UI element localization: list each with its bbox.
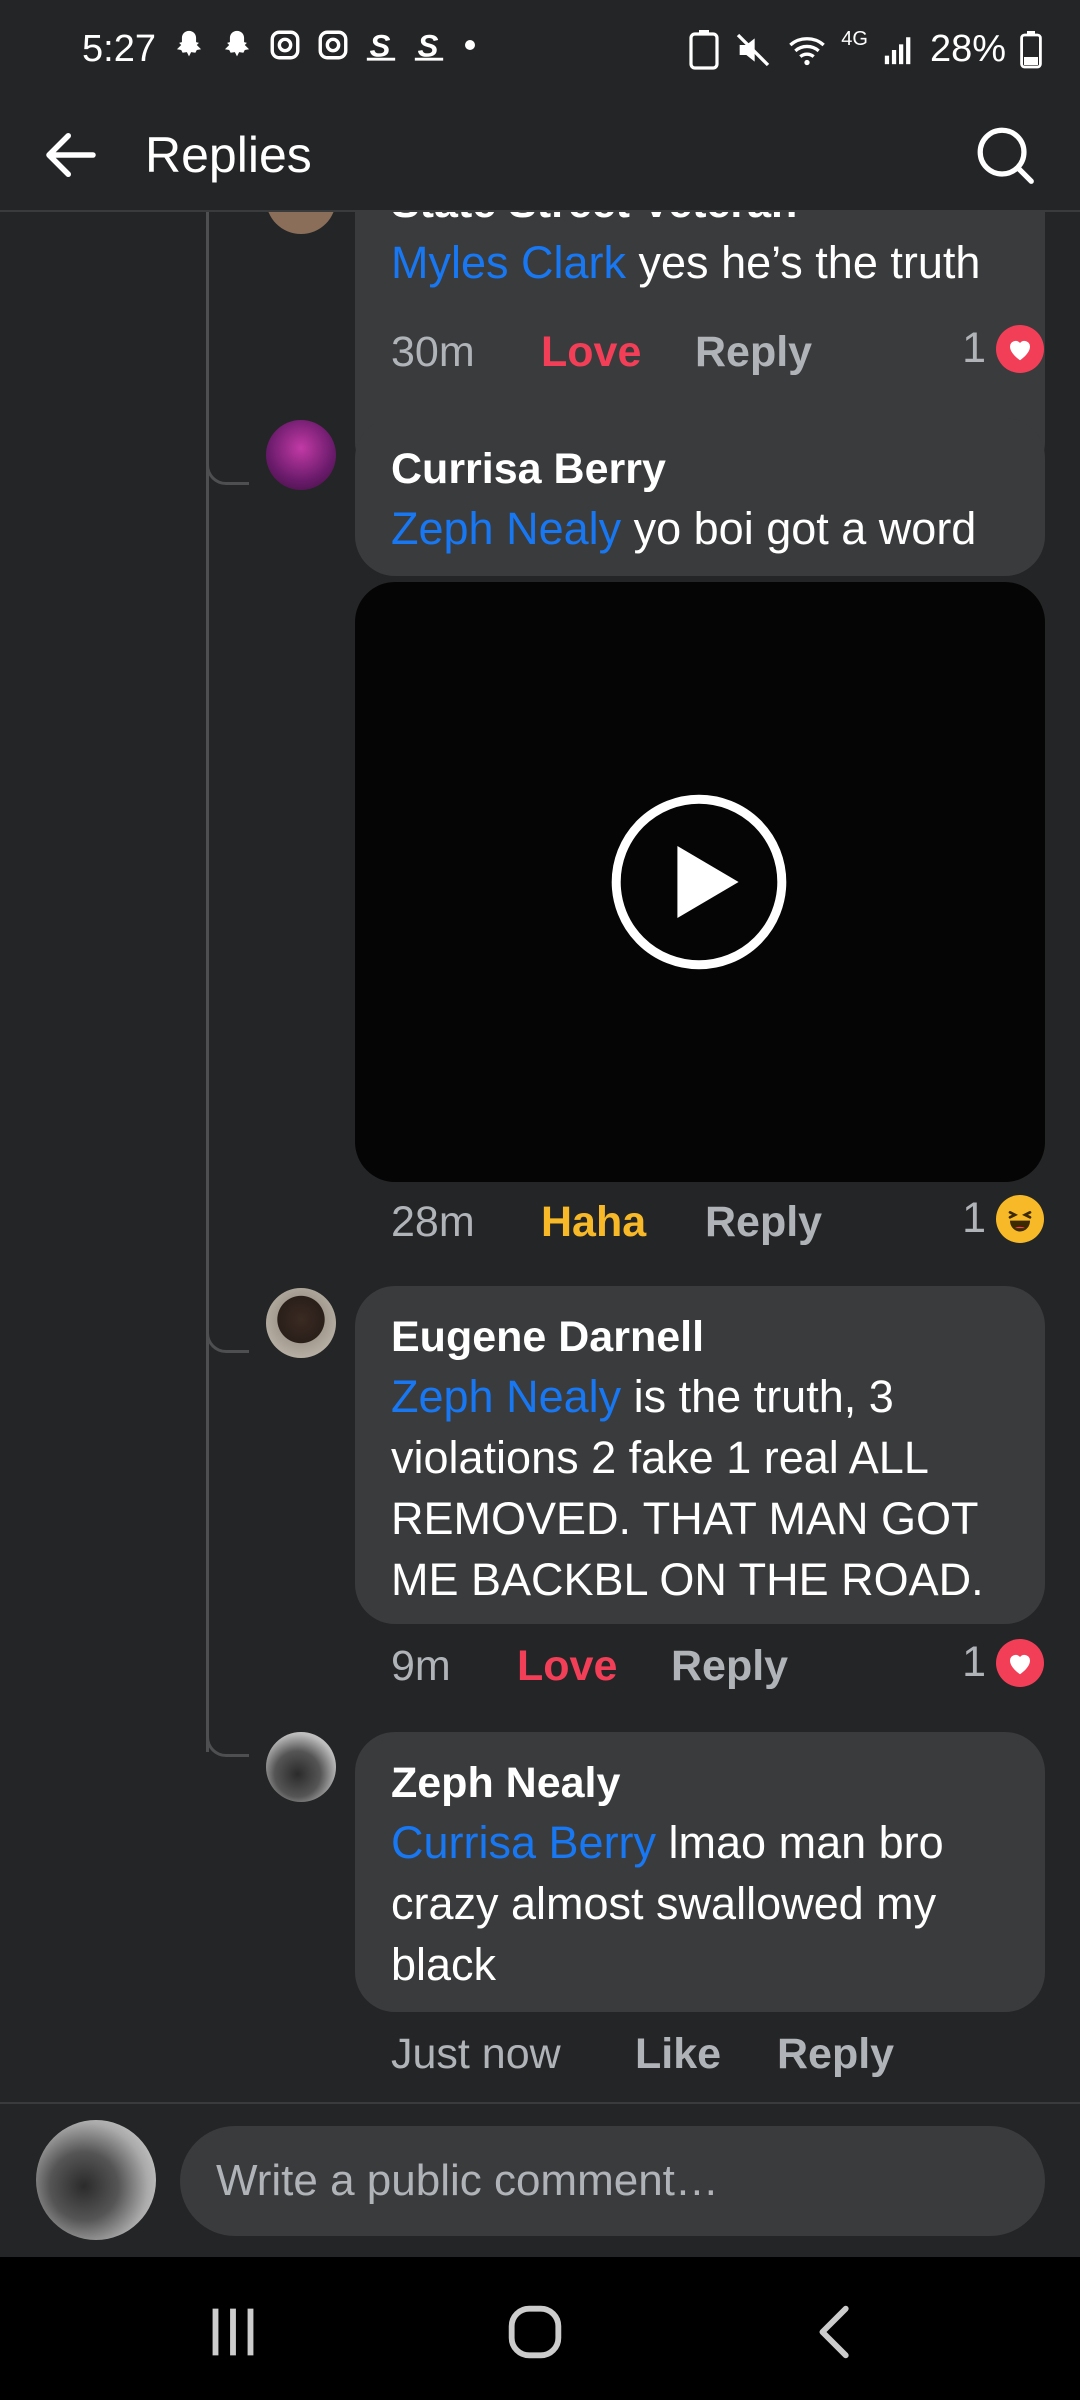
svg-text:S: S [370, 28, 391, 62]
reply-button[interactable]: Reply [705, 1198, 822, 1247]
comment-author[interactable]: Eugene Darnell [391, 1308, 1009, 1366]
reply-button[interactable]: Reply [777, 2030, 894, 2079]
haha-reaction-icon [996, 1194, 1044, 1243]
comment-time: 30m [391, 328, 475, 376]
notification-icons: S S [172, 28, 480, 62]
comment-actions: Just now Like Reply [391, 2030, 1044, 2090]
comment-actions: 28m Haha Reply 1 [391, 1194, 1044, 1258]
video-attachment[interactable] [355, 582, 1045, 1182]
thread-connector [206, 1320, 249, 1353]
page-title: Replies [145, 127, 312, 183]
system-nav-bar [0, 2257, 1080, 2400]
mute-icon [737, 33, 770, 66]
comment-text: Zeph Nealy yo boi got a word [391, 503, 977, 554]
reply-button[interactable]: Reply [671, 1642, 788, 1691]
reaction-summary[interactable]: 1 [962, 1638, 1044, 1687]
dot-icon [465, 40, 475, 50]
wifi-icon [789, 36, 826, 65]
comment-text: Zeph Nealy is the truth, 3 violations 2 … [391, 1371, 984, 1605]
snapchat-icon [224, 30, 250, 57]
comment-bubble[interactable]: Zeph Nealy Currisa Berry lmao man bro cr… [355, 1732, 1045, 2012]
love-reaction-icon [996, 1638, 1044, 1687]
instagram-icon [270, 30, 300, 60]
snapchat-icon [176, 30, 202, 57]
comment-time: 28m [391, 1198, 475, 1246]
status-time: 5:27 [82, 28, 156, 70]
comment-author[interactable]: Currisa Berry [391, 440, 1009, 498]
react-button[interactable]: Love [541, 328, 641, 377]
search-icon[interactable] [970, 120, 1040, 190]
thread-line [206, 212, 209, 1752]
love-reaction-icon [996, 324, 1044, 373]
instagram-icon [318, 30, 348, 60]
signal-icon [884, 36, 911, 64]
back-nav-icon[interactable] [802, 2297, 872, 2367]
app-bar: Replies [0, 100, 1080, 212]
reaction-summary[interactable]: 1 [962, 1194, 1044, 1243]
reaction-count: 1 [962, 1194, 986, 1242]
comment-mention[interactable]: Zeph Nealy [391, 1371, 621, 1422]
comment-time: Just now [391, 2030, 561, 2078]
comment-input[interactable]: Write a public comment… [180, 2126, 1045, 2236]
comment-actions: 30m Love Reply 1 [391, 324, 1044, 388]
comment-actions: 9m Love Reply 1 [391, 1638, 1044, 1702]
comment-composer: Write a public comment… [0, 2102, 1080, 2259]
comment-mention[interactable]: Myles Clark [391, 237, 626, 288]
comment-author[interactable]: Zeph Nealy [391, 1754, 1009, 1812]
back-arrow-icon[interactable] [38, 122, 104, 188]
avatar[interactable] [266, 420, 336, 490]
reply-button[interactable]: Reply [695, 328, 812, 377]
avatar[interactable] [266, 1732, 336, 1802]
current-user-avatar [36, 2120, 156, 2240]
replies-list[interactable]: State Street Veteran Myles Clark yes he’… [0, 212, 1080, 2102]
cashapp-icon: S [414, 28, 444, 62]
comment-bubble[interactable]: Currisa Berry Zeph Nealy yo boi got a wo… [355, 418, 1045, 576]
comment-text: Currisa Berry lmao man bro crazy almost … [391, 1817, 944, 1990]
play-icon[interactable] [609, 792, 789, 972]
comment-author[interactable]: State Street Veteran [391, 212, 1009, 232]
system-icons: 4G 28% [689, 28, 1042, 71]
reaction-count: 1 [962, 324, 986, 372]
network-type: 4G [841, 28, 868, 50]
cashapp-icon: S [366, 28, 396, 62]
status-bar: 5:27 S S 4G 28% [0, 0, 1080, 100]
home-icon[interactable] [500, 2297, 570, 2367]
like-button[interactable]: Like [635, 2030, 721, 2079]
comment-bubble[interactable]: Eugene Darnell Zeph Nealy is the truth, … [355, 1286, 1045, 1624]
react-button[interactable]: Haha [541, 1198, 646, 1247]
thread-connector [206, 452, 249, 485]
svg-text:S: S [418, 28, 439, 62]
avatar[interactable] [266, 1288, 336, 1358]
comment-time: 9m [391, 1642, 451, 1690]
reaction-count: 1 [962, 1638, 986, 1686]
battery-saver-icon [689, 29, 719, 70]
battery-icon [1020, 30, 1042, 68]
avatar[interactable] [266, 212, 336, 234]
reaction-summary[interactable]: 1 [962, 324, 1044, 373]
comment-mention[interactable]: Currisa Berry [391, 1817, 656, 1868]
recent-apps-icon[interactable] [198, 2297, 268, 2367]
react-button[interactable]: Love [517, 1642, 617, 1691]
battery-percent: 28% [929, 28, 1006, 70]
comment-text: Myles Clark yes he’s the truth [391, 237, 981, 288]
comment-mention[interactable]: Zeph Nealy [391, 503, 621, 554]
thread-connector [206, 1724, 249, 1757]
